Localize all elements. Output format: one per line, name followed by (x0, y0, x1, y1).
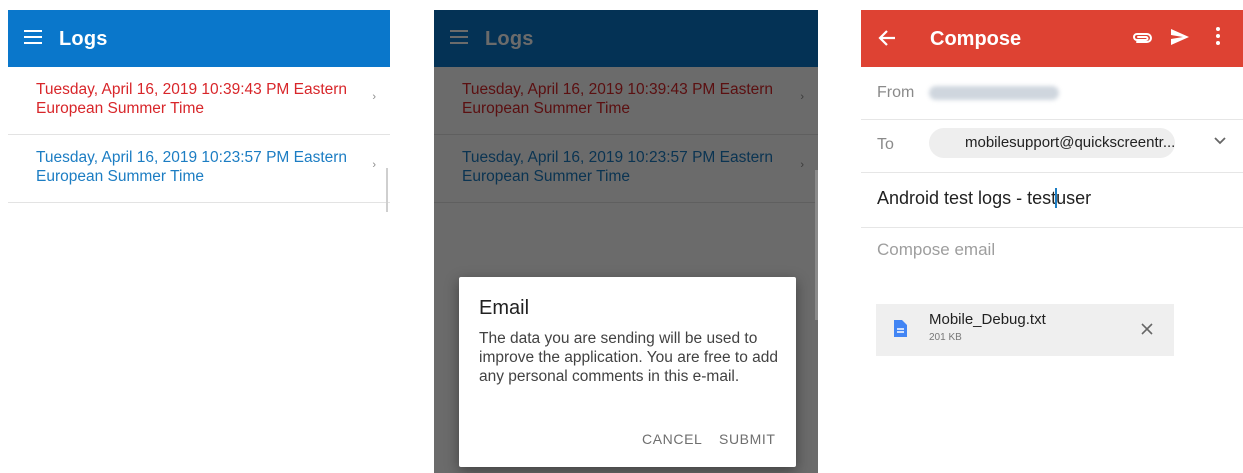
more-vert-icon[interactable] (1216, 27, 1220, 45)
compose-screen: Compose From To mobilesupport@quickscree… (861, 10, 1243, 473)
attachment-name: Mobile_Debug.txt (929, 311, 1046, 328)
subject-field[interactable]: Android test logs - testuser (877, 188, 1091, 209)
chevron-right-icon: › (372, 91, 376, 103)
dialog-title: Email (479, 297, 530, 319)
log-timestamp: Tuesday, April 16, 2019 10:23:57 PM East… (36, 149, 348, 185)
close-icon[interactable] (1139, 321, 1155, 337)
send-icon[interactable] (1170, 27, 1190, 47)
recipient-chip[interactable]: mobilesupport@quickscreentr... (929, 128, 1175, 158)
submit-button[interactable]: SUBMIT (719, 431, 776, 447)
subject-row[interactable]: Android test logs - testuser (861, 173, 1243, 228)
to-label: To (877, 136, 894, 153)
email-dialog: Email The data you are sending will be u… (459, 277, 796, 467)
attachment-size: 201 KB (929, 332, 962, 343)
compose-app-bar: Compose (861, 10, 1243, 67)
compose-body-field[interactable]: Compose email (877, 240, 995, 260)
attachment-chip[interactable]: Mobile_Debug.txt 201 KB (876, 304, 1174, 356)
scrollbar[interactable] (386, 168, 388, 212)
log-list-item[interactable]: Tuesday, April 16, 2019 10:39:43 PM East… (8, 67, 390, 135)
scrollbar (815, 170, 818, 320)
from-row: From (861, 67, 1243, 120)
dialog-message: The data you are sending will be used to… (479, 330, 779, 385)
from-address-redacted (929, 86, 1059, 100)
back-arrow-icon[interactable] (877, 27, 897, 49)
logs-screen-dialog: Logs Tuesday, April 16, 2019 10:39:43 PM… (434, 10, 818, 473)
log-list-item[interactable]: Tuesday, April 16, 2019 10:23:57 PM East… (8, 135, 390, 203)
logs-app-bar: Logs (8, 10, 390, 67)
recipient-address: mobilesupport@quickscreentr... (965, 134, 1176, 151)
chevron-down-icon[interactable] (1213, 136, 1227, 146)
menu-icon[interactable] (24, 30, 42, 44)
document-icon (894, 320, 907, 337)
chevron-right-icon: › (372, 159, 376, 171)
page-title: Logs (59, 28, 108, 50)
cancel-button[interactable]: CANCEL (642, 431, 702, 447)
page-title: Compose (930, 28, 1022, 50)
from-label: From (877, 84, 915, 101)
paperclip-icon[interactable] (1131, 29, 1153, 49)
log-timestamp: Tuesday, April 16, 2019 10:39:43 PM East… (36, 81, 348, 117)
logs-screen: Logs Tuesday, April 16, 2019 10:39:43 PM… (8, 10, 390, 473)
